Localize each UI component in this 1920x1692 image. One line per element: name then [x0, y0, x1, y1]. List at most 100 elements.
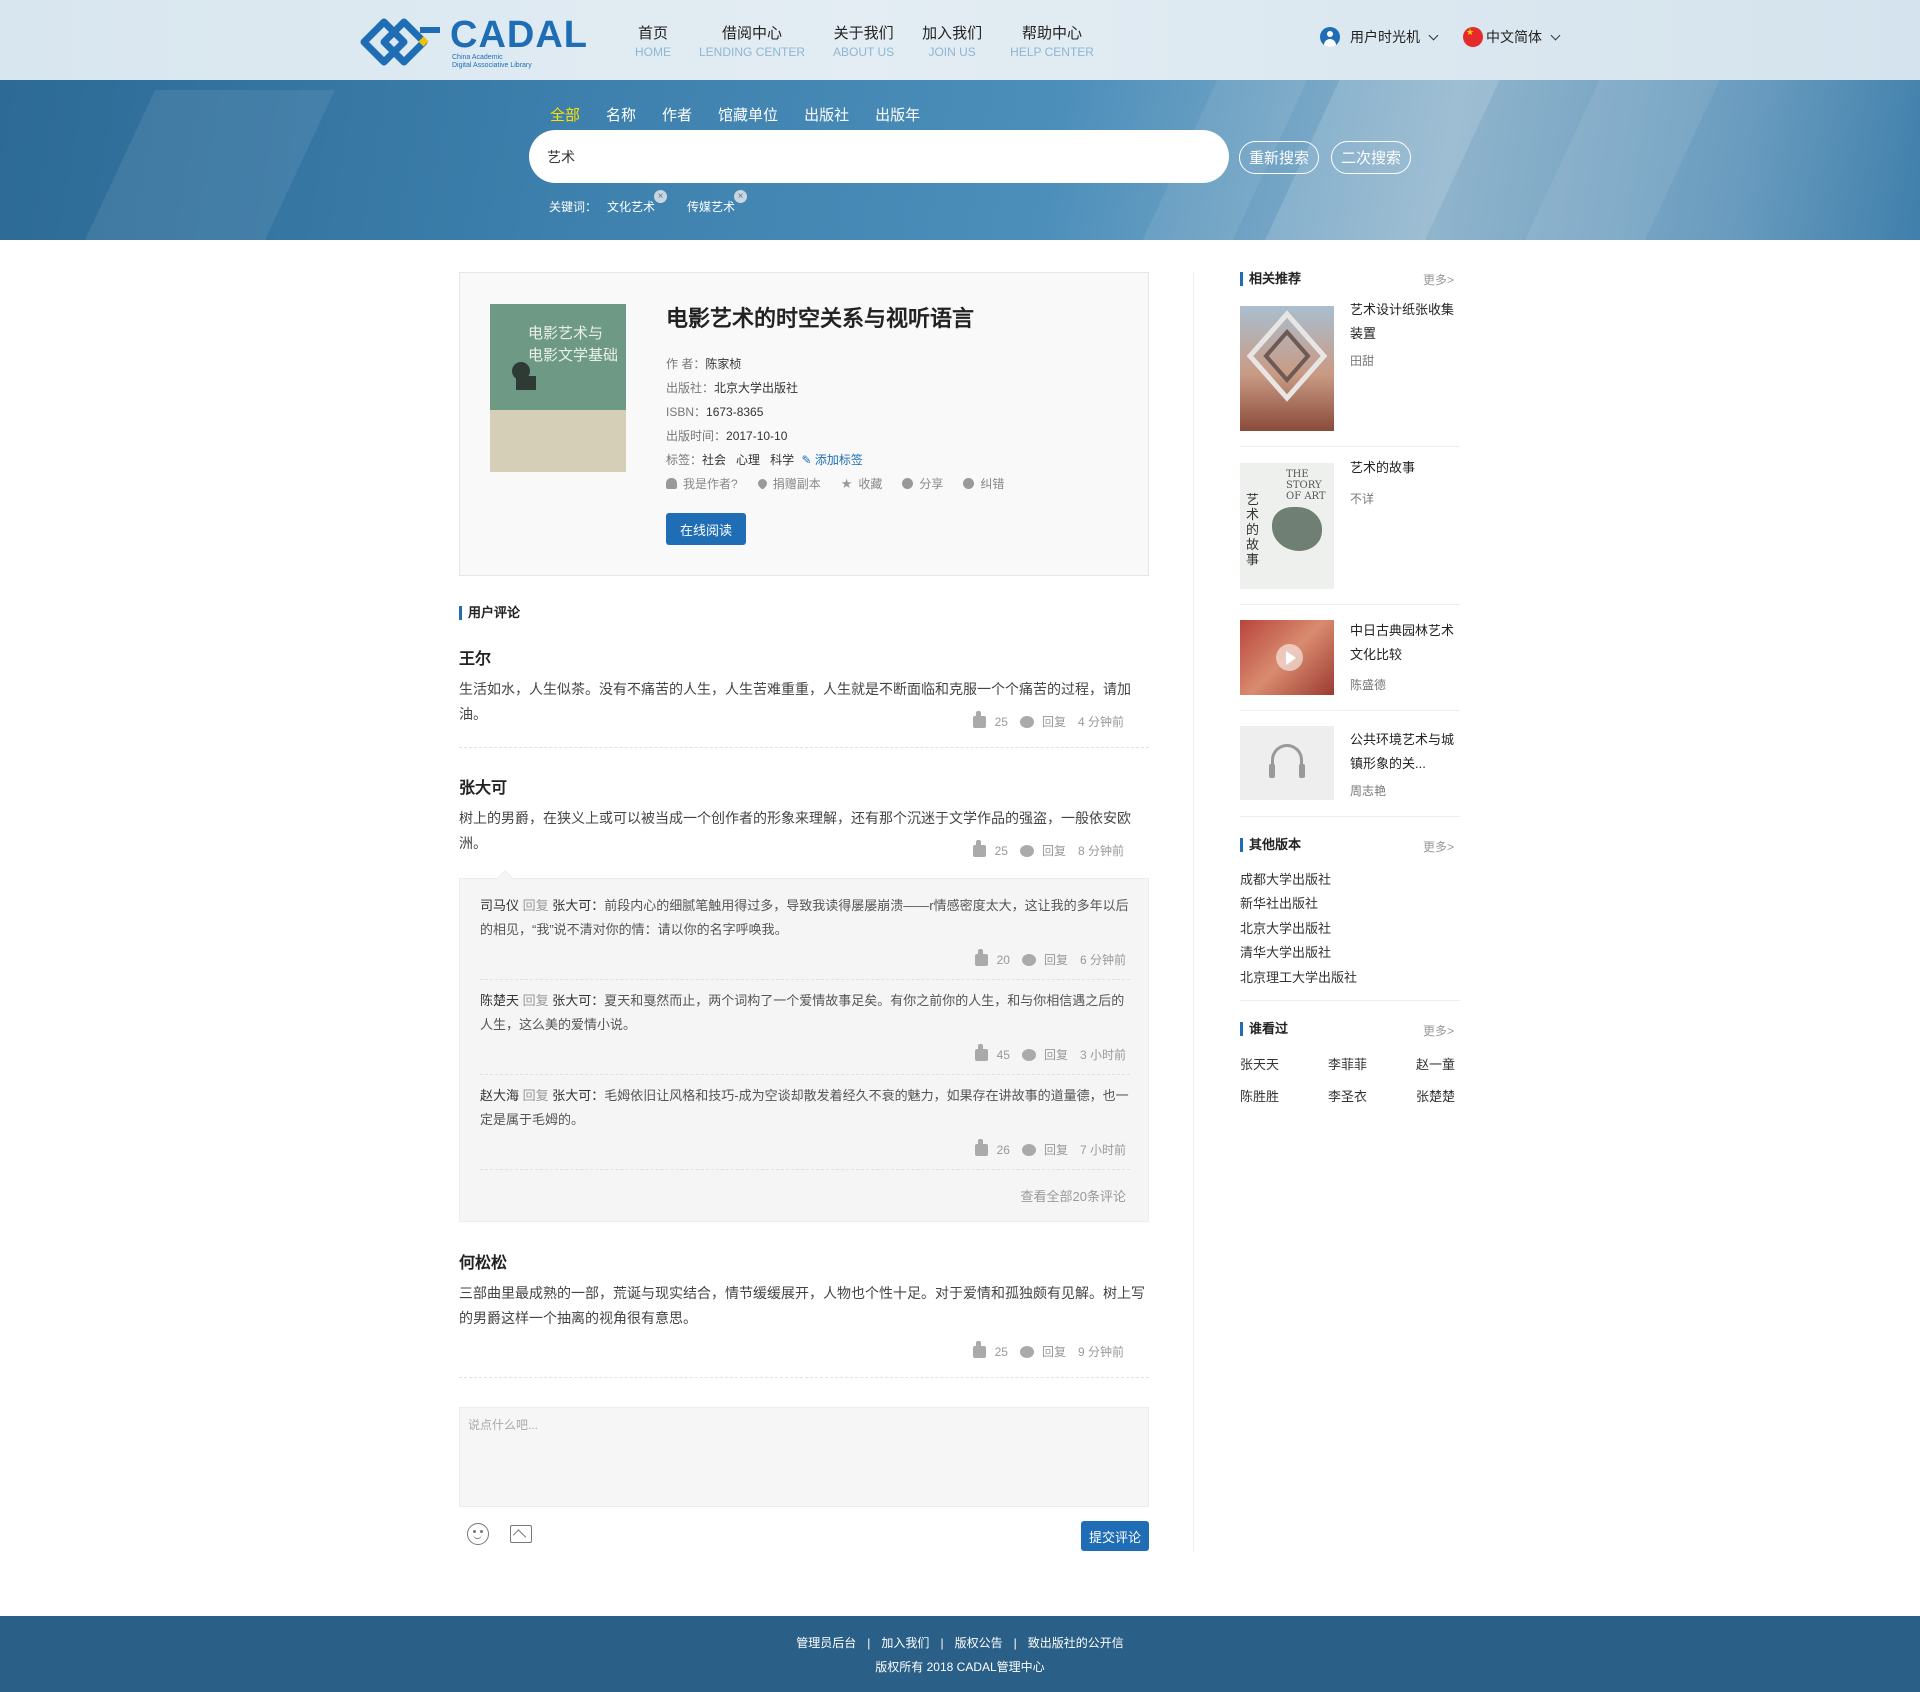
related-video-cover[interactable]	[1240, 620, 1334, 695]
search-tab-collection[interactable]: 馆藏单位	[718, 104, 778, 125]
like-icon[interactable]	[974, 948, 988, 966]
version-link[interactable]: 清华大学出版社	[1240, 942, 1331, 961]
footer-link-admin[interactable]: 管理员后台	[796, 1636, 856, 1650]
related-more-link[interactable]: 更多>	[1423, 271, 1454, 288]
read-online-button[interactable]: 在线阅读	[666, 513, 746, 545]
comment-author[interactable]: 何松松	[459, 1249, 507, 1273]
nav-join-us[interactable]: 加入我们 JOIN US	[917, 22, 987, 59]
version-link[interactable]: 成都大学出版社	[1240, 869, 1331, 888]
reply-target[interactable]: 张大可：	[552, 1088, 604, 1103]
cadal-logo[interactable]: CADAL China Academic Digital Associative…	[358, 12, 588, 69]
book-author[interactable]: 陈家桢	[705, 357, 741, 371]
user-avatar-icon[interactable]	[1320, 27, 1340, 47]
reply-bubble-icon[interactable]	[1021, 1143, 1036, 1156]
related-author: 周志艳	[1350, 784, 1387, 798]
user-chevron-down-icon[interactable]	[1428, 30, 1439, 40]
play-icon[interactable]	[1276, 644, 1303, 671]
version-link[interactable]: 北京理工大学出版社	[1240, 967, 1357, 986]
book-tag[interactable]: 社会	[702, 453, 726, 467]
related-cover-image[interactable]	[1240, 306, 1334, 431]
related-title-link[interactable]: 艺术的故事	[1350, 456, 1455, 480]
viewer-name[interactable]: 张天天	[1240, 1054, 1279, 1073]
favorite-action[interactable]: ★ 收藏	[841, 475, 883, 492]
nav-help-center[interactable]: 帮助中心 HELP CENTER	[1005, 22, 1099, 59]
reply-target[interactable]: 张大可：	[552, 993, 604, 1008]
related-title-link[interactable]: 中日古典园林艺术文化比较	[1350, 619, 1455, 667]
viewer-name[interactable]: 张楚楚	[1416, 1086, 1455, 1105]
search-tab-author[interactable]: 作者	[662, 104, 692, 125]
reply-target[interactable]: 张大可：	[552, 898, 604, 913]
comment-author[interactable]: 张大可	[459, 774, 507, 798]
footer-link-copyright[interactable]: 版权公告	[955, 1636, 1003, 1650]
search-tab-year[interactable]: 出版年	[875, 104, 920, 125]
nav-lending-center[interactable]: 借阅中心 LENDING CENTER	[694, 22, 810, 59]
viewer-name[interactable]: 陈胜胜	[1240, 1086, 1279, 1105]
search-tab-name[interactable]: 名称	[606, 104, 636, 125]
remove-tag-close-icon[interactable]: ×	[654, 190, 668, 203]
sidebar-divider	[1193, 272, 1194, 1552]
version-link[interactable]: 北京大学出版社	[1240, 918, 1331, 937]
book-tag[interactable]: 心理	[736, 453, 760, 467]
like-icon[interactable]	[974, 1138, 988, 1156]
view-all-comments-link[interactable]: 查看全部20条评论	[1021, 1186, 1126, 1205]
like-icon[interactable]	[972, 839, 986, 857]
book-publisher-row: 出版社：北京大学出版社	[666, 379, 798, 396]
versions-more-link[interactable]: 更多>	[1423, 838, 1454, 855]
version-link[interactable]: 新华社出版社	[1240, 893, 1318, 912]
reply-bubble-icon[interactable]	[1019, 844, 1034, 857]
reply-link[interactable]: 回复	[1044, 951, 1068, 968]
language-selector[interactable]: 中文简体	[1486, 27, 1542, 47]
book-tag[interactable]: 科学	[770, 453, 794, 467]
submit-comment-button[interactable]: 提交评论	[1081, 1521, 1149, 1551]
related-title-link[interactable]: 公共环境艺术与城镇形象的关...	[1350, 728, 1455, 776]
share-action[interactable]: 分享	[902, 475, 943, 492]
reply-bubble-icon[interactable]	[1021, 1048, 1036, 1061]
image-upload-icon[interactable]	[510, 1525, 532, 1543]
comment-input[interactable]	[459, 1407, 1149, 1507]
like-icon[interactable]	[974, 1043, 988, 1061]
viewer-name[interactable]: 赵一童	[1416, 1054, 1455, 1073]
viewer-name[interactable]: 李菲菲	[1328, 1054, 1367, 1073]
report-error-action[interactable]: 纠错	[963, 475, 1004, 492]
user-name[interactable]: 用户时光机	[1350, 27, 1420, 47]
search-tab-publisher[interactable]: 出版社	[804, 104, 849, 125]
reply-author[interactable]: 赵大海	[480, 1088, 519, 1103]
search-tab-all[interactable]: 全部	[550, 104, 580, 125]
nav-home[interactable]: 首页 HOME	[630, 22, 676, 59]
comment-author[interactable]: 王尔	[459, 645, 491, 669]
nav-about-us[interactable]: 关于我们 ABOUT US	[828, 22, 899, 59]
related-title-link[interactable]: 艺术设计纸张收集装置	[1350, 298, 1455, 346]
like-icon[interactable]	[972, 1340, 986, 1358]
like-count: 26	[996, 1142, 1010, 1157]
book-detail-card: 电影艺术与 电影文学基础 电影艺术的时空关系与视听语言 作 者：陈家桢 出版社：…	[459, 272, 1149, 576]
add-tag-link[interactable]: ✎ 添加标签	[801, 453, 862, 467]
reply-bubble-icon[interactable]	[1021, 953, 1036, 966]
remove-tag-close-icon[interactable]: ×	[734, 190, 748, 203]
reply-bubble-icon[interactable]	[1019, 1345, 1034, 1358]
viewers-more-link[interactable]: 更多>	[1423, 1022, 1454, 1039]
search-input[interactable]	[529, 130, 1229, 183]
emoji-icon[interactable]	[467, 1523, 489, 1545]
language-chevron-down-icon[interactable]	[1550, 30, 1561, 40]
secondary-search-button[interactable]: 二次搜索	[1331, 141, 1412, 174]
reply-link[interactable]: 回复	[1044, 1046, 1068, 1063]
viewers-title: 谁看过	[1240, 1022, 1288, 1036]
related-cover-image[interactable]: THE STORY OF ART 艺术的故事	[1240, 463, 1334, 589]
favorite-label: 收藏	[858, 477, 883, 491]
reply-author[interactable]: 陈楚天	[480, 993, 519, 1008]
reply-link[interactable]: 回复	[1042, 1343, 1066, 1360]
reply-author[interactable]: 司马仪	[480, 898, 519, 913]
viewer-name[interactable]: 李圣衣	[1328, 1086, 1367, 1105]
research-button[interactable]: 重新搜索	[1239, 141, 1320, 174]
like-icon[interactable]	[972, 710, 986, 728]
claim-author-action[interactable]: 我是作者?	[666, 475, 738, 492]
cover-camera-graphic	[516, 376, 536, 390]
footer-link-letter[interactable]: 致出版社的公开信	[1028, 1636, 1124, 1650]
related-audio-cover[interactable]	[1240, 726, 1334, 800]
donate-copy-action[interactable]: 捐赠副本	[755, 475, 821, 492]
reply-link[interactable]: 回复	[1042, 713, 1066, 730]
reply-link[interactable]: 回复	[1044, 1141, 1068, 1158]
footer-link-join[interactable]: 加入我们	[881, 1636, 929, 1650]
reply-link[interactable]: 回复	[1042, 842, 1066, 859]
reply-bubble-icon[interactable]	[1019, 715, 1034, 728]
